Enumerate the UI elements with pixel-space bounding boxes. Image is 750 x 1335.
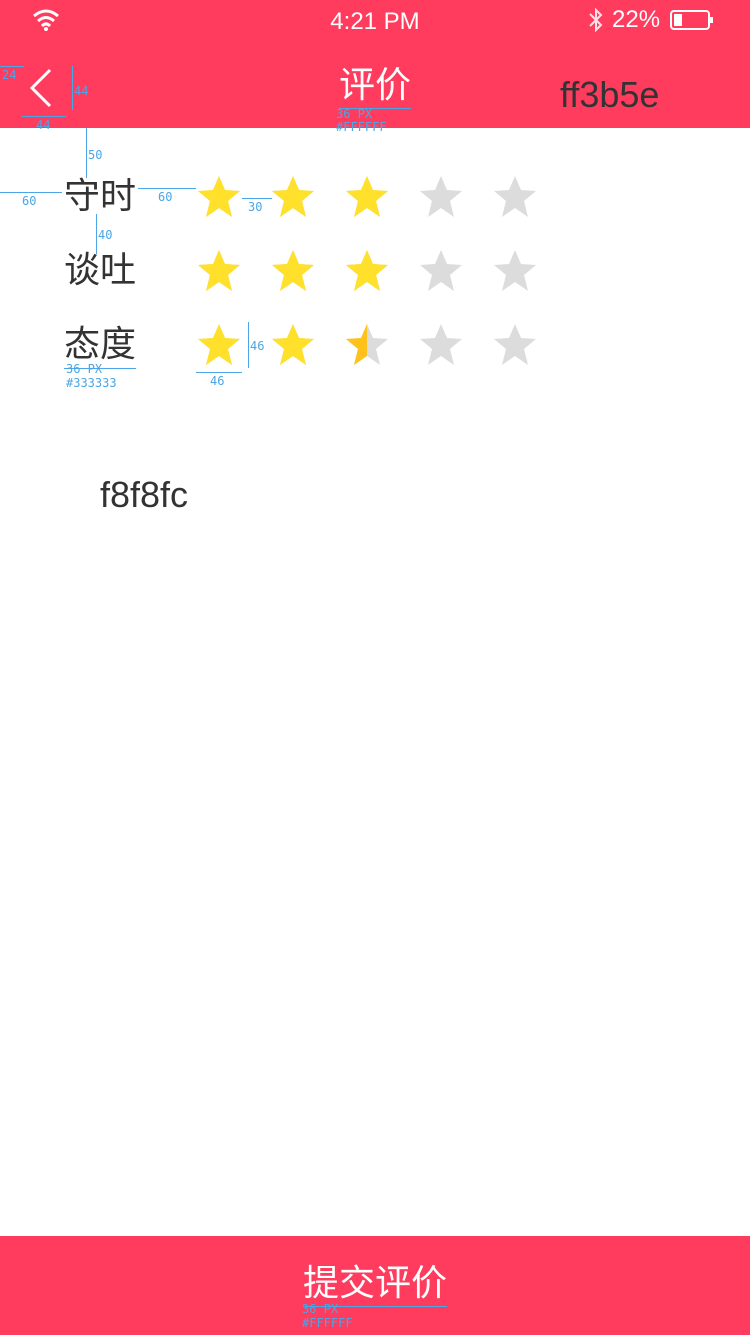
back-width-annotation: 44 [36, 118, 51, 132]
top-gap-annotation: 50 [88, 148, 103, 162]
back-height-guide [72, 66, 73, 110]
back-left-guide [0, 66, 24, 67]
background-color-note: f8f8fc [100, 474, 189, 515]
rating-label: 谈吐 [64, 250, 137, 291]
battery-icon [670, 10, 713, 30]
left-gap-annotation: 60 [22, 194, 37, 208]
star-icon[interactable] [344, 248, 390, 294]
star-icon[interactable] [344, 174, 390, 220]
star-icon[interactable] [418, 248, 464, 294]
star-icon[interactable] [492, 174, 538, 220]
rating-row-attitude: 态度 [64, 322, 624, 374]
rating-row-speech: 谈吐 [64, 248, 624, 300]
battery-percentage: 22% [612, 6, 661, 33]
star-icon[interactable] [196, 322, 242, 368]
app-header: 4:21 PM 22% 评价 ff3b5e 24 44 44 36 PX #FF… [0, 0, 750, 134]
title-font-annotation: 36 PX [336, 107, 373, 121]
star-icon[interactable] [270, 322, 316, 368]
rating-label: 守时 [64, 176, 137, 217]
star-icon[interactable] [418, 174, 464, 220]
rating-label: 态度 [64, 322, 137, 369]
top-gap-guide [86, 128, 87, 178]
back-width-guide [22, 116, 66, 117]
submit-label: 提交评价 [302, 1262, 447, 1307]
star-icon[interactable] [270, 174, 316, 220]
submit-review-button[interactable]: 提交评价 36 PX #FFFFFF [0, 1236, 750, 1335]
star-width-annotation: 46 [210, 374, 225, 388]
left-gap-guide [0, 192, 62, 193]
star-icon[interactable] [196, 174, 242, 220]
rating-row-punctuality: 守时 [64, 174, 624, 226]
submit-color-annotation: #FFFFFF [302, 1316, 353, 1330]
star-icon[interactable] [344, 322, 390, 368]
star-icon[interactable] [270, 248, 316, 294]
star-icon[interactable] [418, 322, 464, 368]
row-gap-annotation: 40 [98, 228, 113, 242]
star-icon[interactable] [492, 322, 538, 368]
star-icon[interactable] [196, 248, 242, 294]
bluetooth-icon [589, 7, 603, 33]
header-color-note: ff3b5e [560, 74, 660, 115]
star-height-guide [248, 322, 249, 368]
star-width-guide [196, 372, 242, 373]
label-color-annotation: #333333 [66, 376, 117, 390]
title-color-annotation: #FFFFFF [336, 120, 387, 134]
star-icon[interactable] [492, 248, 538, 294]
